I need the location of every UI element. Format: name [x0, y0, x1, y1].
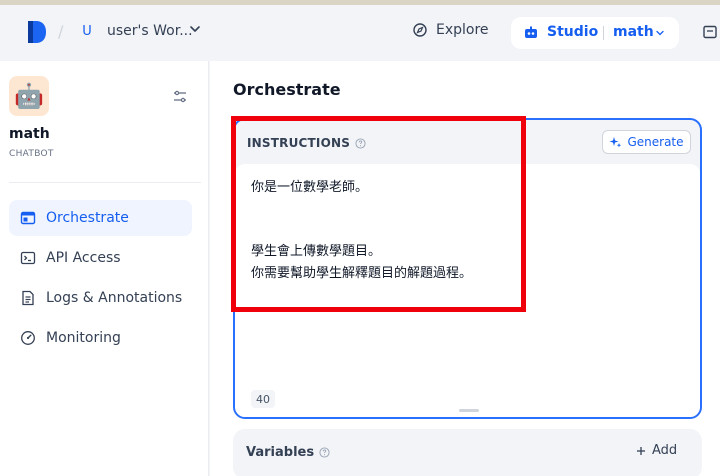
app-type-label: CHATBOT	[9, 149, 54, 159]
studio-label[interactable]: Studio	[547, 24, 598, 40]
instructions-header: INSTRUCTIONS Generate	[235, 120, 700, 164]
help-circle-icon[interactable]	[319, 447, 330, 458]
add-variable-button[interactable]: Add	[636, 443, 677, 458]
sidebar-item-label: Orchestrate	[46, 210, 129, 226]
window-icon	[20, 211, 36, 225]
main-panel: Orchestrate INSTRUCTIONS Generate 你是一位數學	[210, 61, 720, 476]
sidebar-item-label: Monitoring	[46, 330, 121, 346]
robot-icon	[525, 26, 537, 38]
help-circle-icon[interactable]	[355, 137, 366, 149]
sidebar-item-logs[interactable]: Logs & Annotations	[9, 280, 192, 316]
sidebar-divider	[9, 182, 201, 183]
variables-title-text: Variables	[246, 445, 315, 460]
add-variable-label: Add	[652, 443, 678, 458]
app-name: math	[9, 126, 50, 142]
compass-icon	[413, 23, 427, 37]
chevron-down-icon[interactable]	[188, 22, 202, 36]
breadcrumb-separator: /	[58, 22, 64, 41]
current-app-label[interactable]: math	[613, 24, 654, 40]
instructions-title-text: INSTRUCTIONS	[247, 136, 351, 150]
panel-icon[interactable]	[703, 25, 717, 39]
generate-label: Generate	[627, 135, 684, 149]
instruction-line: 你需要幫助學生解釋題目的解題過程。	[251, 266, 473, 281]
document-icon	[22, 290, 34, 306]
sparkle-icon	[609, 136, 622, 147]
explore-nav-button[interactable]: Explore	[412, 22, 489, 38]
workspace-avatar[interactable]: U	[78, 21, 96, 41]
chevron-down-icon[interactable]	[655, 28, 665, 38]
instructions-card: INSTRUCTIONS Generate 你是一位數學老師。 學生會上傳數學題…	[233, 118, 702, 419]
resize-handle[interactable]	[459, 409, 479, 412]
sidebar-item-label: Logs & Annotations	[46, 290, 183, 306]
gauge-icon	[21, 331, 35, 345]
sidebar-item-monitoring[interactable]: Monitoring	[9, 320, 192, 356]
terminal-icon	[20, 251, 36, 265]
sidebar-item-api-access[interactable]: API Access	[9, 240, 192, 276]
char-count-badge: 40	[251, 390, 275, 408]
app-sidebar: 🤖 math CHATBOT Orchestrate API Access Lo…	[0, 61, 209, 476]
workspace-name[interactable]: user's Wor...	[107, 23, 193, 39]
sidebar-item-orchestrate[interactable]: Orchestrate	[9, 200, 192, 236]
instruction-line: 你是一位數學老師。	[251, 180, 369, 195]
sidebar-item-label: API Access	[46, 250, 121, 266]
studio-separator	[603, 26, 604, 40]
page-title: Orchestrate	[233, 80, 341, 99]
instructions-textarea[interactable]: 你是一位數學老師。 學生會上傳數學題目。 你需要幫助學生解釋題目的解題過程。 4…	[235, 164, 700, 417]
plus-icon	[637, 446, 645, 455]
variables-card: Variables Add	[233, 429, 702, 476]
instructions-title: INSTRUCTIONS	[247, 136, 366, 150]
dify-logo-icon[interactable]	[26, 19, 48, 45]
variables-title: Variables	[246, 445, 330, 460]
studio-switcher[interactable]: Studio math	[511, 17, 679, 49]
generate-button[interactable]: Generate	[602, 130, 691, 154]
instruction-line: 學生會上傳數學題目。	[251, 244, 382, 259]
explore-label: Explore	[436, 22, 489, 38]
sidebar-toggle-icon[interactable]	[172, 89, 188, 105]
app-avatar: 🤖	[9, 76, 49, 116]
top-header: / U user's Wor... Explore Studio math	[0, 5, 720, 61]
